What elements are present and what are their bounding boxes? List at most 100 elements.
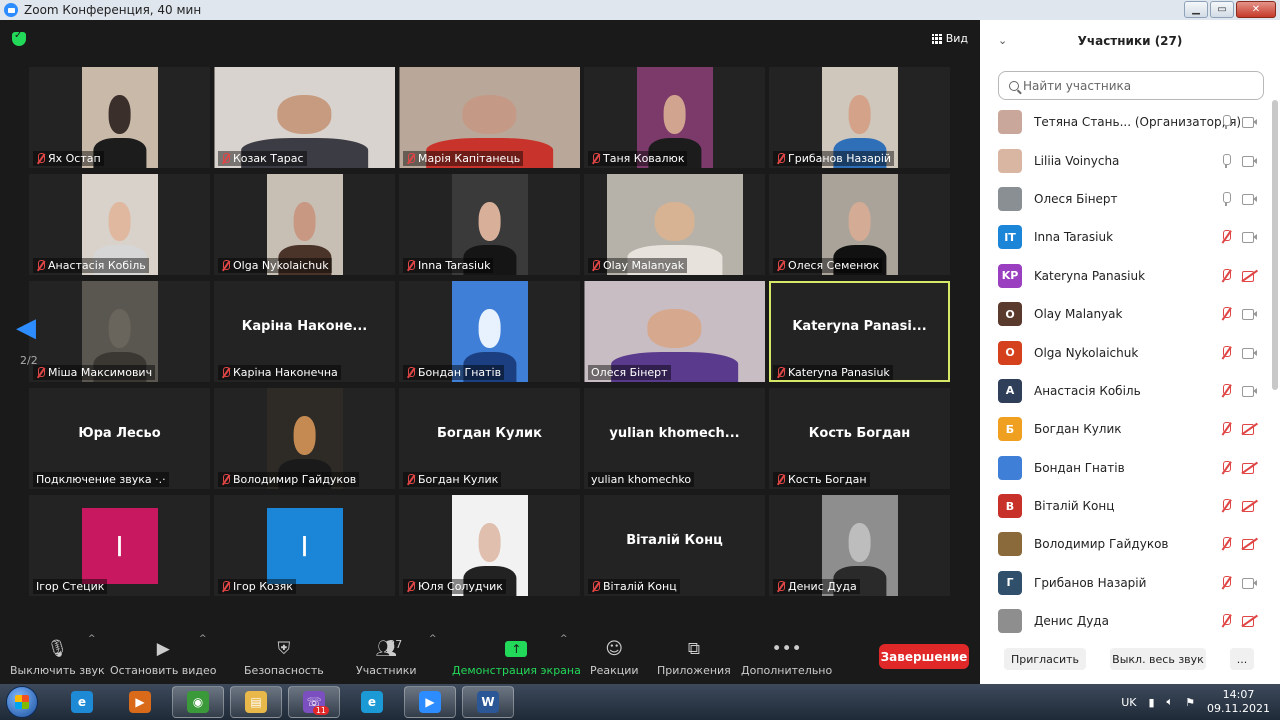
muted-mic-icon[interactable]	[1220, 345, 1232, 360]
maximize-button[interactable]: ▭	[1210, 1, 1234, 18]
video-tile[interactable]: Володимир Гайдуков	[214, 388, 395, 489]
collapse-chevron-icon[interactable]: ⌄	[998, 34, 1007, 47]
mute-all-button[interactable]: Выкл. весь звук	[1110, 648, 1206, 670]
share-options-caret-icon[interactable]: ^	[560, 634, 568, 644]
muted-mic-icon[interactable]	[1220, 422, 1232, 436]
flag-icon[interactable]: ⚑	[1185, 696, 1195, 709]
muted-mic-icon[interactable]	[1220, 575, 1232, 590]
participant-row[interactable]: Володимир Гайдуков	[980, 525, 1270, 563]
video-tile[interactable]: Олеся Бінерт	[584, 281, 765, 382]
video-options-caret-icon[interactable]: ^	[199, 634, 207, 644]
network-icon[interactable]: ▮	[1148, 696, 1154, 709]
video-tile[interactable]: Таня Ковалюк	[584, 67, 765, 168]
participant-row[interactable]: A Анастасія Кобіль	[980, 372, 1270, 410]
video-tile[interactable]: Olay Malanyak	[584, 174, 765, 275]
muted-mic-icon[interactable]	[1220, 614, 1232, 628]
microphone-icon[interactable]	[1220, 191, 1232, 206]
end-meeting-button[interactable]: Завершение	[879, 644, 969, 669]
camera-off-icon[interactable]	[1242, 538, 1258, 551]
previous-page-arrow-icon[interactable]: ◀	[16, 313, 36, 343]
video-tile[interactable]: Анастасія Кобіль	[29, 174, 210, 275]
taskbar-zoom-button[interactable]: ▶	[404, 686, 456, 718]
taskbar-ie-button[interactable]: e	[56, 686, 108, 718]
invite-button[interactable]: Пригласить	[1004, 648, 1086, 670]
video-tile[interactable]: Міша Максимович	[29, 281, 210, 382]
camera-icon[interactable]	[1242, 155, 1258, 167]
video-tile[interactable]: Olga Nykolaichuk	[214, 174, 395, 275]
video-tile[interactable]: Козак Тарас	[214, 67, 395, 168]
clock[interactable]: 14:07 09.11.2021	[1207, 688, 1270, 716]
camera-off-icon[interactable]	[1242, 500, 1258, 513]
participant-row[interactable]: IT Inna Tarasiuk	[980, 218, 1270, 256]
video-tile[interactable]: Юля Солудчик	[399, 495, 580, 596]
participant-row[interactable]: Тетяна Стань... (Организатор, я)	[980, 103, 1270, 141]
participant-row[interactable]: В Віталій Конц	[980, 487, 1270, 525]
participant-row[interactable]: Бондан Гнатів	[980, 449, 1270, 487]
video-tile[interactable]: Бондан Гнатів	[399, 281, 580, 382]
camera-off-icon[interactable]	[1242, 462, 1258, 474]
audio-options-caret-icon[interactable]: ^	[88, 634, 96, 644]
microphone-icon[interactable]	[1220, 115, 1232, 130]
camera-icon[interactable]	[1242, 116, 1258, 129]
participant-row[interactable]: KP Kateryna Panasiuk	[980, 257, 1270, 295]
participants-button[interactable]: 👥︎ 27 Участники	[356, 638, 417, 677]
muted-mic-icon[interactable]	[1220, 537, 1232, 551]
video-tile[interactable]: Kateryna Panasi... Kateryna Panasiuk	[769, 281, 950, 382]
participants-caret-icon[interactable]: ^	[429, 634, 437, 644]
video-tile[interactable]: Inna Tarasiuk	[399, 174, 580, 275]
microphone-icon[interactable]	[1220, 153, 1232, 168]
participant-row[interactable]: Г Грибанов Назарій	[980, 564, 1270, 602]
language-indicator[interactable]: UK	[1121, 696, 1136, 709]
participant-row[interactable]: O Olga Nykolaichuk	[980, 333, 1270, 371]
participant-search[interactable]	[998, 71, 1264, 100]
close-button[interactable]: ✕	[1236, 1, 1276, 18]
muted-mic-icon[interactable]	[1220, 307, 1232, 321]
minimize-button[interactable]: ▁	[1184, 1, 1208, 18]
video-tile[interactable]: Каріна Наконе... Каріна Наконечна	[214, 281, 395, 382]
participant-row[interactable]: Денис Дуда	[980, 602, 1270, 640]
muted-mic-icon[interactable]	[1220, 268, 1232, 283]
camera-off-icon[interactable]	[1242, 423, 1258, 436]
camera-icon[interactable]	[1242, 385, 1258, 397]
taskbar-explorer-button[interactable]: ▤	[230, 686, 282, 718]
camera-off-icon[interactable]	[1242, 270, 1258, 282]
participants-scrollbar[interactable]	[1272, 100, 1278, 390]
video-tile[interactable]: Грибанов Назарій	[769, 67, 950, 168]
video-tile[interactable]: Денис Дуда	[769, 495, 950, 596]
participant-row[interactable]: Б Богдан Кулик	[980, 410, 1270, 448]
video-tile[interactable]: Олеся Семенюк	[769, 174, 950, 275]
security-button[interactable]: ⛨ Безопасность	[244, 638, 324, 677]
taskbar-viber-button[interactable]: ☏ 11	[288, 686, 340, 718]
video-tile[interactable]: I Ігор Козяк	[214, 495, 395, 596]
start-button[interactable]	[6, 686, 38, 718]
taskbar-edge-button[interactable]: e	[346, 686, 398, 718]
reactions-button[interactable]: ☺ Реакции	[590, 638, 639, 677]
video-tile[interactable]: Юра Лесьо Подключение звука ·.·	[29, 388, 210, 489]
participant-row[interactable]: Олеся Бінерт	[980, 180, 1270, 218]
participant-row[interactable]: Liliia Voinycha	[980, 141, 1270, 179]
muted-mic-icon[interactable]	[1220, 499, 1232, 513]
camera-icon[interactable]	[1242, 577, 1258, 589]
video-tile[interactable]: Віталій Конц Віталій Конц	[584, 495, 765, 596]
volume-icon[interactable]: 🔈︎	[1167, 695, 1174, 709]
camera-off-icon[interactable]	[1242, 615, 1258, 628]
encryption-shield-icon[interactable]	[12, 30, 26, 46]
more-button[interactable]: ••• Дополнительно	[741, 638, 832, 677]
participant-row[interactable]: O Olay Malanyak	[980, 295, 1270, 333]
video-tile[interactable]: Кость Богдан Кость Богдан	[769, 388, 950, 489]
camera-icon[interactable]	[1242, 308, 1258, 321]
participant-search-input[interactable]	[1023, 78, 1253, 93]
taskbar-media-button[interactable]: ▶	[114, 686, 166, 718]
apps-button[interactable]: ⧉ Приложения	[657, 638, 731, 677]
camera-icon[interactable]	[1242, 347, 1258, 359]
muted-mic-icon[interactable]	[1220, 460, 1232, 475]
panel-more-button[interactable]: ...	[1230, 648, 1254, 670]
camera-icon[interactable]	[1242, 231, 1258, 244]
taskbar-word-button[interactable]: W	[462, 686, 514, 718]
view-button[interactable]: Вид	[931, 32, 968, 45]
muted-mic-icon[interactable]	[1220, 230, 1232, 244]
taskbar-chrome-button[interactable]: ◉	[172, 686, 224, 718]
camera-icon[interactable]	[1242, 193, 1258, 205]
video-tile[interactable]: Богдан Кулик Богдан Кулик	[399, 388, 580, 489]
muted-mic-icon[interactable]	[1220, 383, 1232, 398]
